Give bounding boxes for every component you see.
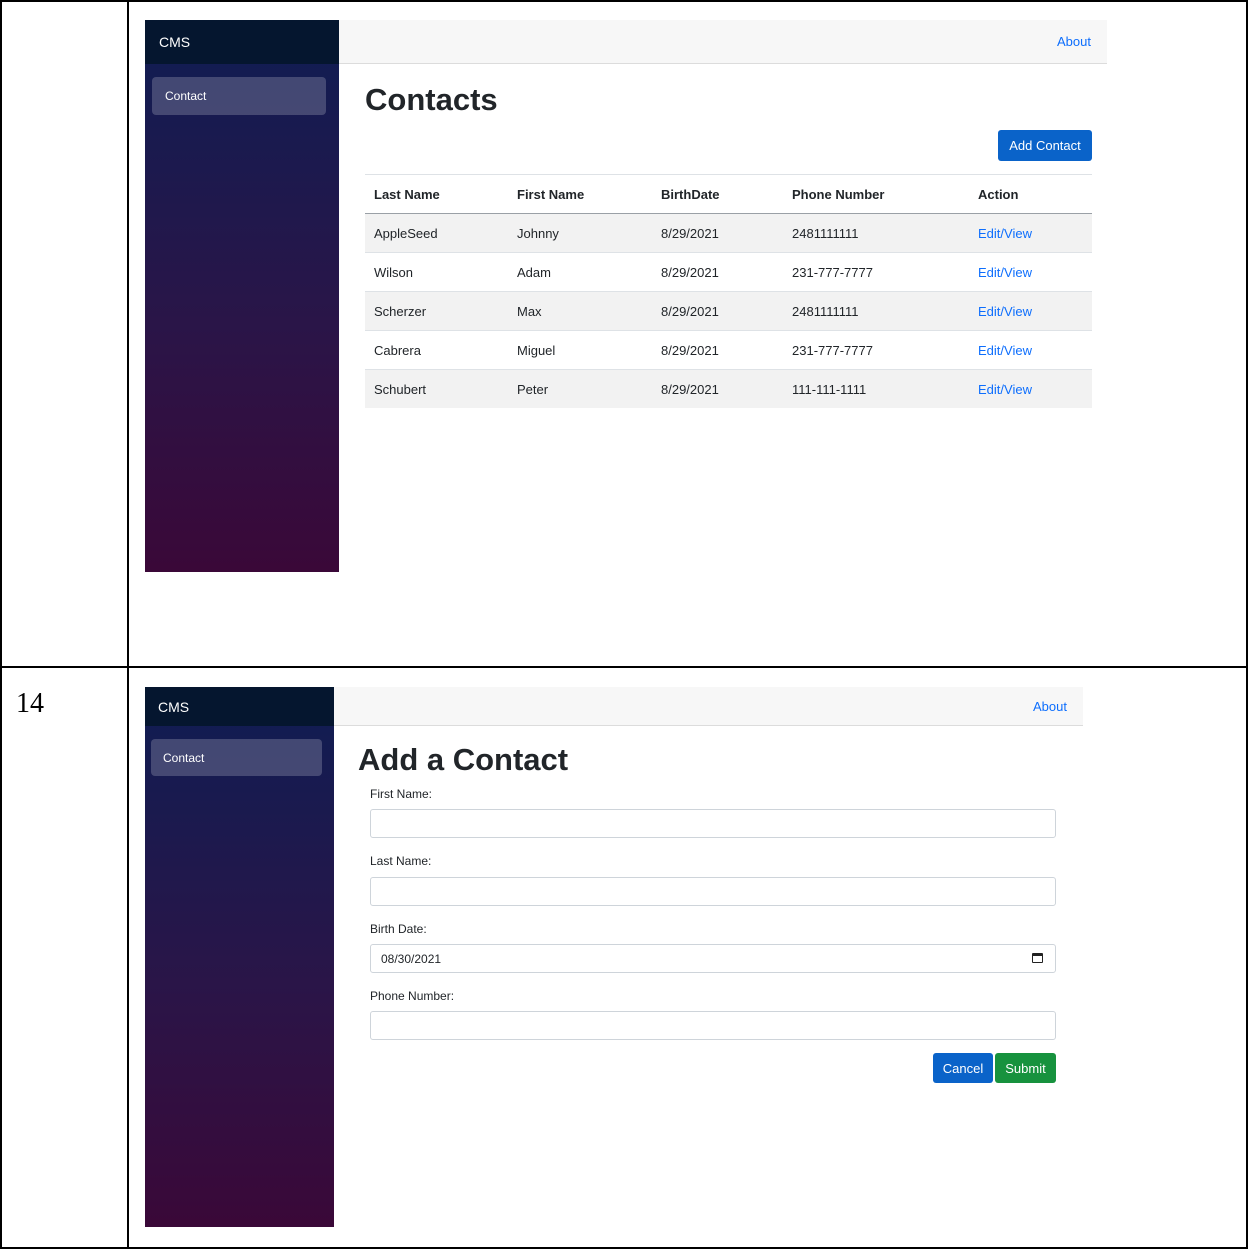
cell-phone: 2481111111 [783, 291, 969, 331]
cell-phone: 2481111111 [783, 213, 969, 253]
col-last-name: Last Name [365, 174, 508, 214]
cell-birthdate: 8/29/2021 [652, 330, 783, 370]
cell-birthdate: 8/29/2021 [652, 369, 783, 408]
submit-button[interactable]: Submit [995, 1053, 1056, 1083]
birth-date-value: 08/30/2021 [381, 951, 442, 966]
table-header-row: Last Name First Name BirthDate Phone Num… [365, 174, 1092, 214]
cell-birthdate: 8/29/2021 [652, 291, 783, 331]
table-row: Cabrera Miguel 8/29/2021 231-777-7777 Ed… [365, 330, 1092, 370]
brand[interactable]: CMS [145, 687, 334, 726]
add-contact-button[interactable]: Add Contact [998, 130, 1092, 161]
phone-number-input[interactable] [370, 1011, 1056, 1040]
table-row: AppleSeed Johnny 8/29/2021 2481111111 Ed… [365, 213, 1092, 253]
cell-last-name: Wilson [365, 252, 508, 292]
top-nav: About [334, 687, 1083, 726]
phone-number-label: Phone Number: [370, 989, 455, 1003]
calendar-icon[interactable] [1032, 953, 1043, 963]
sidebar-item-contact[interactable]: Contact [151, 739, 322, 776]
cell-last-name: AppleSeed [365, 213, 508, 253]
contacts-table: Last Name First Name BirthDate Phone Num… [365, 174, 1092, 408]
birth-date-label: Birth Date: [370, 922, 427, 936]
cell-first-name: Max [508, 291, 652, 331]
cell-last-name: Schubert [365, 369, 508, 408]
table-border-top [0, 0, 1248, 2]
table-row: Wilson Adam 8/29/2021 231-777-7777 Edit/… [365, 252, 1092, 292]
sidebar-item-contact[interactable]: Contact [152, 77, 326, 115]
sidebar: CMS Contact [145, 20, 339, 572]
cell-last-name: Cabrera [365, 330, 508, 370]
table-row: Schubert Peter 8/29/2021 111-111-1111 Ed… [365, 369, 1092, 408]
table-column-divider [127, 0, 129, 1249]
cell-action: Edit/View [969, 213, 1092, 253]
page-title: Contacts [365, 82, 498, 117]
edit-view-link[interactable]: Edit/View [978, 265, 1032, 280]
nav-about-link[interactable]: About [1057, 34, 1091, 49]
sidebar: CMS Contact [145, 687, 334, 1227]
cell-action: Edit/View [969, 330, 1092, 370]
table-row-divider [0, 666, 1248, 668]
nav-about-link[interactable]: About [1033, 699, 1067, 714]
edit-view-link[interactable]: Edit/View [978, 304, 1032, 319]
page-title: Add a Contact [358, 742, 569, 777]
cell-phone: 111-111-1111 [783, 369, 969, 408]
brand[interactable]: CMS [145, 20, 339, 64]
cell-action: Edit/View [969, 291, 1092, 331]
cell-phone: 231-777-7777 [783, 330, 969, 370]
col-phone-number: Phone Number [783, 174, 969, 214]
first-name-input[interactable] [370, 809, 1056, 838]
row-number: 14 [16, 688, 44, 719]
edit-view-link[interactable]: Edit/View [978, 343, 1032, 358]
cell-last-name: Scherzer [365, 291, 508, 331]
cell-birthdate: 8/29/2021 [652, 252, 783, 292]
cell-first-name: Johnny [508, 213, 652, 253]
col-first-name: First Name [508, 174, 652, 214]
cell-first-name: Peter [508, 369, 652, 408]
cell-action: Edit/View [969, 252, 1092, 292]
add-contact-screen: CMS Contact About Add a Contact First Na… [145, 687, 1083, 1227]
cancel-button[interactable]: Cancel [933, 1053, 993, 1083]
edit-view-link[interactable]: Edit/View [978, 226, 1032, 241]
contacts-screen: CMS Contact About Contacts Add Contact L… [145, 20, 1107, 572]
last-name-input[interactable] [370, 877, 1056, 906]
cell-first-name: Miguel [508, 330, 652, 370]
col-birthdate: BirthDate [652, 174, 783, 214]
col-action: Action [969, 174, 1092, 214]
cell-first-name: Adam [508, 252, 652, 292]
last-name-label: Last Name: [370, 854, 432, 868]
birth-date-input[interactable]: 08/30/2021 [370, 944, 1056, 973]
top-nav: About [339, 20, 1107, 64]
edit-view-link[interactable]: Edit/View [978, 382, 1032, 397]
table-border-left [0, 0, 2, 1249]
cell-birthdate: 8/29/2021 [652, 213, 783, 253]
cell-phone: 231-777-7777 [783, 252, 969, 292]
first-name-label: First Name: [370, 787, 433, 801]
table-row: Scherzer Max 8/29/2021 2481111111 Edit/V… [365, 291, 1092, 331]
cell-action: Edit/View [969, 369, 1092, 408]
